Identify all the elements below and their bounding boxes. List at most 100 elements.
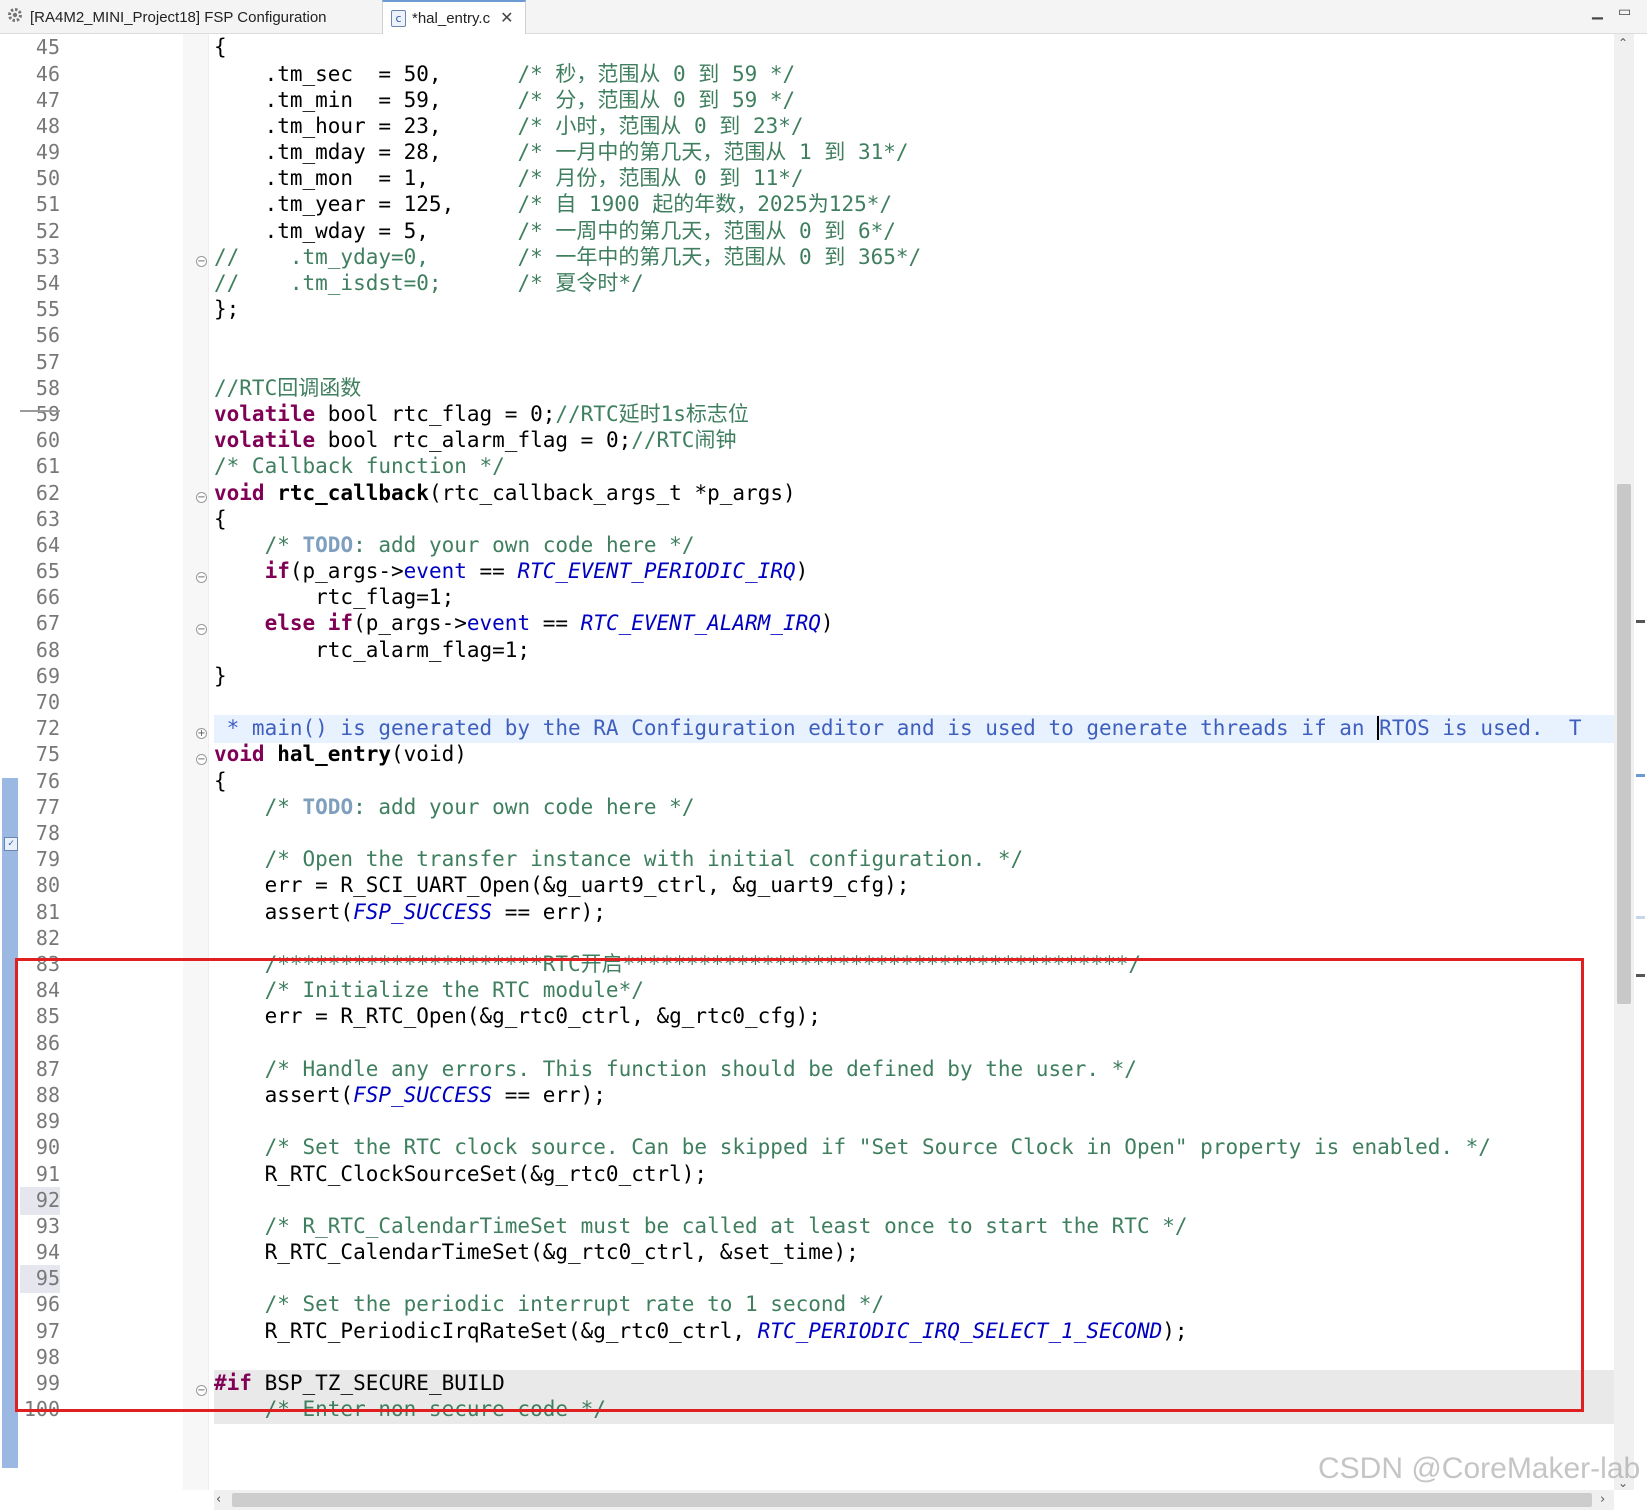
line-number: 63 — [35, 507, 60, 531]
change-marker — [2, 778, 18, 1468]
line-number: 90 — [35, 1135, 60, 1159]
vertical-scrollbar[interactable]: ⌃ ⌄ — [1614, 34, 1634, 1490]
horizontal-scroll-thumb[interactable] — [232, 1493, 1592, 1507]
line-number: 56 — [35, 323, 60, 347]
code-line-52: .tm_wday = 5, /* 一周中的第几天，范围从 0 到 6*/ — [214, 219, 896, 243]
scroll-down-icon[interactable]: ⌄ — [1618, 1476, 1628, 1490]
code-line-80: err = R_SCI_UART_Open(&g_uart9_ctrl, &g_… — [214, 873, 910, 897]
code-line-45: { — [214, 35, 227, 59]
tab-hal-entry[interactable]: c *hal_entry.c ✕ — [382, 0, 526, 34]
code-line-100: /* Enter non-secure code */ — [214, 1396, 1614, 1424]
line-number: 83 — [35, 952, 60, 976]
line-number: 53 — [35, 245, 60, 269]
line-number: 66 — [35, 585, 60, 609]
code-line-65: if(p_args->event == RTC_EVENT_PERIODIC_I… — [214, 559, 809, 583]
line-number: 95 — [20, 1265, 60, 1293]
code-line-91: R_RTC_ClockSourceSet(&g_rtc0_ctrl); — [214, 1162, 708, 1186]
horizontal-scrollbar[interactable]: ‹ › — [214, 1490, 1614, 1510]
code-line-58: //RTC回调函数 — [214, 376, 362, 400]
line-number: 58 — [35, 376, 60, 400]
code-line-53: // .tm_yday=0, /* 一年中的第几天，范围从 0 到 365*/ — [214, 245, 922, 269]
code-line-76: { — [214, 769, 227, 793]
fold-collapse-icon[interactable]: − — [196, 754, 207, 765]
code-line-83: /*********************RTC开启*************… — [214, 952, 1142, 976]
c-file-icon: c — [391, 9, 406, 27]
line-number: 60 — [35, 428, 60, 452]
code-line-64: /* TODO: add your own code here */ — [214, 533, 695, 557]
line-number: 45 — [35, 35, 60, 59]
change-ruler: ✓ — [0, 34, 20, 1490]
vertical-scroll-thumb[interactable] — [1617, 484, 1631, 1004]
scroll-up-icon[interactable]: ⌃ — [1618, 36, 1628, 50]
line-number: 59 — [35, 402, 60, 426]
line-number: 54 — [35, 271, 60, 295]
code-line-97: R_RTC_PeriodicIrqRateSet(&g_rtc0_ctrl, R… — [214, 1319, 1188, 1343]
line-number: 50 — [35, 166, 60, 190]
code-line-66: rtc_flag=1; — [214, 585, 455, 609]
fold-collapse-icon[interactable]: − — [196, 572, 207, 583]
line-number: 65 — [35, 559, 60, 583]
code-line-61: /* Callback function */ — [214, 454, 505, 478]
editor-tab-bar: [RA4M2_MINI_Project18] FSP Configuration… — [0, 0, 1647, 34]
line-number: 68 — [35, 638, 60, 662]
line-number: 92 — [20, 1187, 60, 1215]
line-number: 86 — [35, 1031, 60, 1055]
code-line-49: .tm_mday = 28, /* 一月中的第几天，范围从 1 到 31*/ — [214, 140, 909, 164]
scroll-left-icon[interactable]: ‹ — [216, 1492, 221, 1507]
line-number: 49 — [35, 140, 60, 164]
code-line-84: /* Initialize the RTC module*/ — [214, 978, 644, 1002]
code-line-79: /* Open the transfer instance with initi… — [214, 847, 1024, 871]
tab-label: *hal_entry.c — [412, 9, 491, 27]
code-line-96: /* Set the periodic interrupt rate to 1 … — [214, 1292, 885, 1316]
maximize-icon[interactable]: ▭ — [1618, 4, 1631, 20]
code-line-68: rtc_alarm_flag=1; — [214, 638, 531, 662]
minimize-icon[interactable]: ▁ — [1592, 4, 1603, 20]
overview-ruler[interactable] — [1634, 34, 1647, 1510]
line-number: 48 — [35, 114, 60, 138]
code-line-72: * main() is generated by the RA Configur… — [214, 715, 1614, 743]
code-line-47: .tm_min = 59, /* 分，范围从 0 到 59 */ — [214, 88, 796, 112]
scroll-right-icon[interactable]: › — [1600, 1492, 1605, 1507]
line-number: 89 — [35, 1109, 60, 1133]
tab-fsp-configuration[interactable]: [RA4M2_MINI_Project18] FSP Configuration — [0, 0, 382, 34]
line-number: 93 — [35, 1214, 60, 1238]
overview-marker[interactable] — [1636, 774, 1645, 777]
overview-marker[interactable] — [1636, 916, 1645, 919]
code-line-62: void rtc_callback(rtc_callback_args_t *p… — [214, 481, 796, 505]
code-area[interactable]: { .tm_sec = 50, /* 秒，范围从 0 到 59 */ .tm_m… — [214, 34, 1614, 1490]
line-number: 76 — [35, 769, 60, 793]
code-line-60: volatile bool rtc_alarm_flag = 0;//RTC闹钟 — [214, 428, 737, 452]
fold-collapse-icon[interactable]: − — [196, 624, 207, 635]
line-number: 72 — [35, 716, 60, 740]
line-number: 61 — [35, 454, 60, 478]
close-icon[interactable]: ✕ — [500, 8, 513, 28]
line-number: 78 — [35, 821, 60, 845]
line-number: 85 — [35, 1004, 60, 1028]
code-line-90: /* Set the RTC clock source. Can be skip… — [214, 1135, 1491, 1159]
code-line-93: /* R_RTC_CalendarTimeSet must be called … — [214, 1214, 1188, 1238]
line-number: 97 — [35, 1319, 60, 1343]
line-number: 55 — [35, 297, 60, 321]
line-number: 51 — [35, 192, 60, 216]
line-number: 80 — [35, 873, 60, 897]
line-number: 87 — [35, 1057, 60, 1081]
code-line-99: #if BSP_TZ_SECURE_BUILD — [214, 1370, 1614, 1398]
code-line-81: assert(FSP_SUCCESS == err); — [214, 900, 606, 924]
overview-marker[interactable] — [1636, 974, 1645, 977]
fold-collapse-icon[interactable]: − — [196, 1385, 207, 1396]
line-number: 75 — [35, 742, 60, 766]
line-number-gutter: 45 46 47 48 49 50 51 52 53 54 55 56 57 58 59 60 61 62 63 64… — [20, 34, 180, 1490]
line-number: 77 — [35, 795, 60, 819]
task-marker-icon[interactable]: ✓ — [4, 837, 18, 851]
fold-expand-icon[interactable]: + — [196, 728, 207, 739]
overview-marker[interactable] — [1636, 620, 1645, 623]
line-number: 67 — [35, 611, 60, 635]
fold-collapse-icon[interactable]: − — [196, 256, 207, 267]
line-number: 94 — [35, 1240, 60, 1264]
code-editor[interactable]: ✓ 45 46 47 48 49 50 51 52 53 54 55 56 57 58 59 60 61 62 63… — [0, 34, 1647, 1510]
line-number: 62 — [35, 481, 60, 505]
line-number: 98 — [35, 1345, 60, 1369]
fold-collapse-icon[interactable]: − — [196, 492, 207, 503]
code-line-85: err = R_RTC_Open(&g_rtc0_ctrl, &g_rtc0_c… — [214, 1004, 821, 1028]
code-line-46: .tm_sec = 50, /* 秒，范围从 0 到 59 */ — [214, 62, 796, 86]
